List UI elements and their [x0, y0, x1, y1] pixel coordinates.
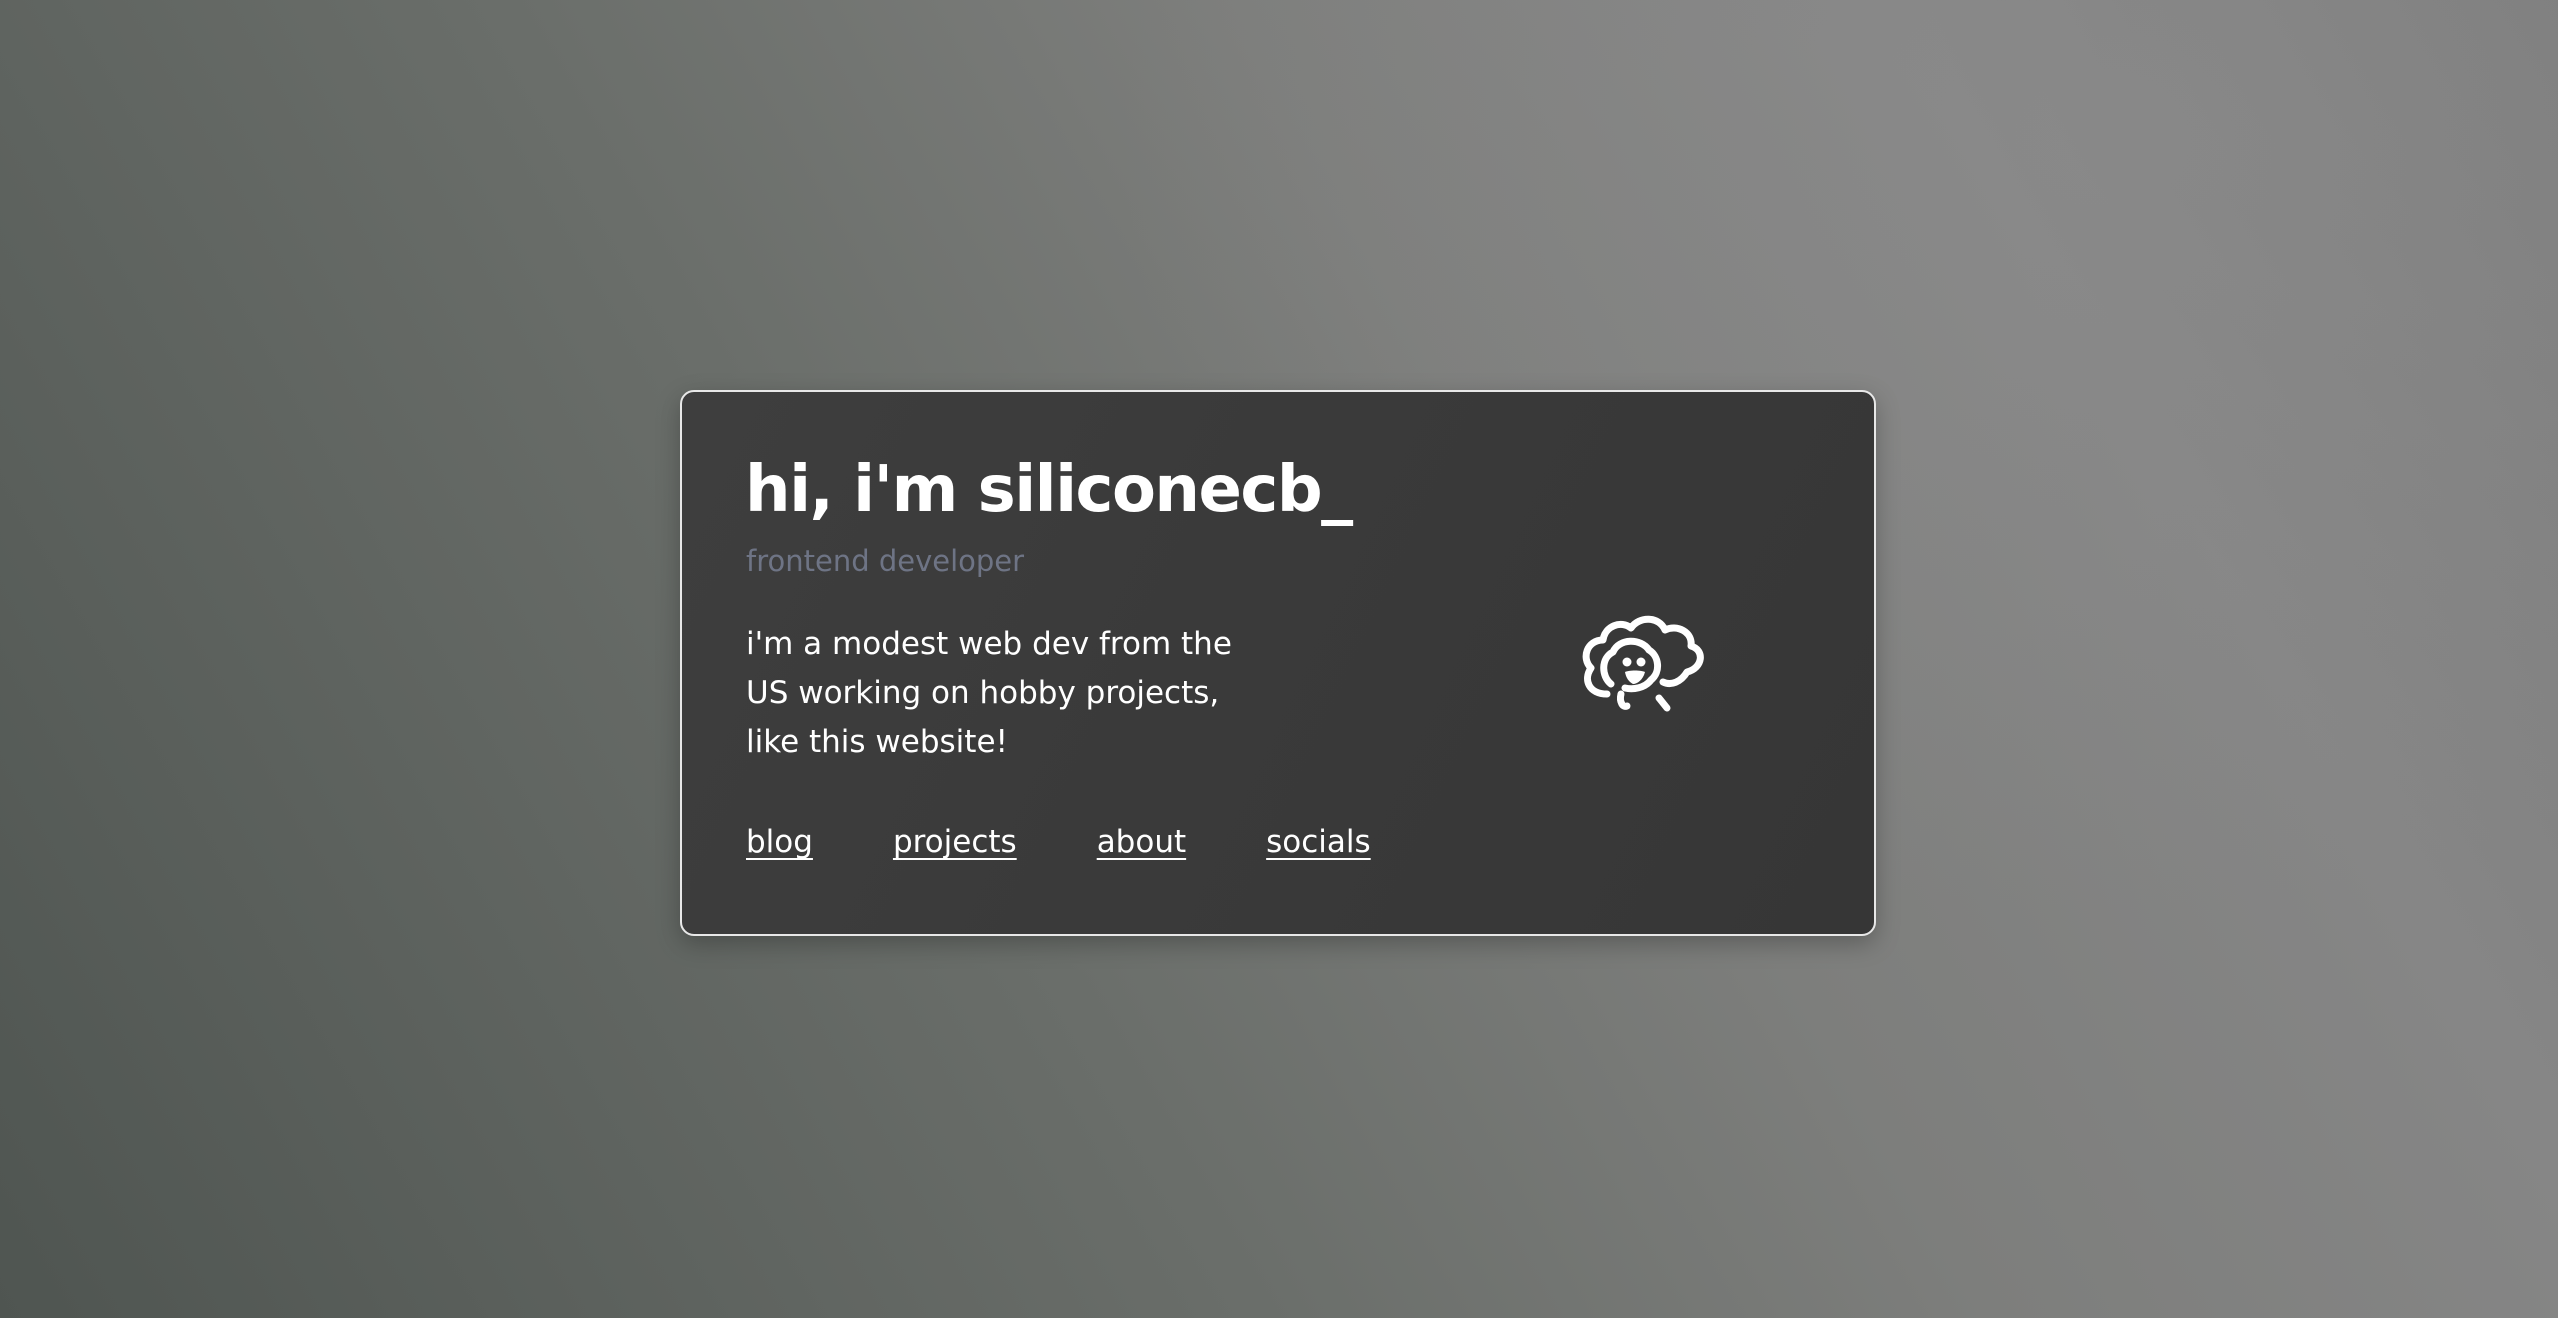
nav-link-socials[interactable]: socials: [1266, 824, 1371, 860]
nav-link-projects[interactable]: projects: [893, 824, 1017, 860]
intro-card: hi, i'm siliconecb_ frontend developer i…: [680, 390, 1876, 936]
bio-text: i'm a modest web dev from the US working…: [746, 626, 1232, 760]
nav-links: blog projects about socials: [746, 824, 1371, 860]
nav-link-about[interactable]: about: [1097, 824, 1186, 860]
doodle-cloud-mascot-icon: [1582, 615, 1704, 712]
subtitle: frontend developer: [746, 544, 1025, 578]
page-title: hi, i'm siliconecb_: [745, 453, 1353, 527]
nav-link-blog[interactable]: blog: [746, 824, 813, 860]
